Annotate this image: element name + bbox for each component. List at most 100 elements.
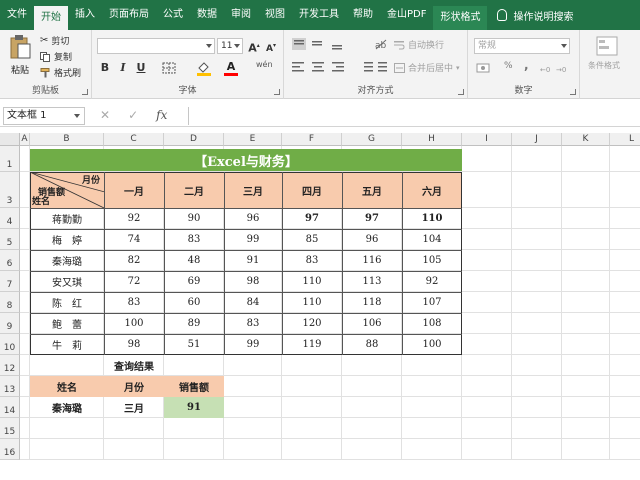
number-launcher-icon[interactable]	[570, 89, 576, 95]
borders-icon[interactable]	[162, 62, 176, 74]
query-value-cell[interactable]: 三月	[104, 397, 164, 418]
enter-icon[interactable]: ✓	[128, 108, 138, 122]
row-header-9[interactable]: 9	[0, 313, 20, 334]
query-header-cell[interactable]: 月份	[104, 376, 164, 397]
currency-icon[interactable]	[476, 62, 496, 74]
horizontal-align-icons[interactable]	[292, 62, 356, 74]
row-header-7[interactable]: 7	[0, 271, 20, 292]
font-size-combo[interactable]: 11	[217, 38, 243, 54]
month-header-cell[interactable]: 六月	[402, 172, 462, 208]
tab-data[interactable]: 数据	[190, 0, 224, 30]
font-color-button[interactable]: A	[224, 60, 238, 76]
row-header-5[interactable]: 5	[0, 229, 20, 250]
column-header-d[interactable]: D	[164, 133, 224, 146]
query-value-cell[interactable]: 秦海璐	[30, 397, 104, 418]
month-header-cell[interactable]: 三月	[224, 172, 282, 208]
month-header-cell[interactable]: 四月	[282, 172, 342, 208]
name-cell[interactable]: 鲍 蕾	[30, 313, 104, 334]
value-cell[interactable]: 110	[282, 271, 342, 292]
number-format-combo[interactable]: 常规	[474, 38, 570, 54]
name-cell[interactable]: 梅 婷	[30, 229, 104, 250]
tab-developer[interactable]: 开发工具	[292, 0, 346, 30]
percent-button[interactable]: %	[504, 61, 513, 71]
value-cell[interactable]: 51	[164, 334, 224, 355]
comma-style-button[interactable]: ,	[524, 58, 529, 72]
value-cell[interactable]: 110	[282, 292, 342, 313]
tab-kingsoft-pdf[interactable]: 金山PDF	[380, 0, 433, 30]
value-cell[interactable]: 92	[104, 208, 164, 229]
phonetic-guide-icon[interactable]: wén	[256, 60, 273, 69]
value-cell[interactable]: 83	[282, 250, 342, 271]
name-box[interactable]: 文本框 1	[3, 107, 85, 125]
value-cell[interactable]: 100	[104, 313, 164, 334]
query-value-cell[interactable]: 91	[164, 397, 224, 418]
value-cell[interactable]: 82	[104, 250, 164, 271]
name-cell[interactable]: 陈 红	[30, 292, 104, 313]
column-header-g[interactable]: G	[342, 133, 402, 146]
wrap-text-button[interactable]: 自动换行	[394, 38, 444, 51]
clipboard-launcher-icon[interactable]	[82, 89, 88, 95]
value-cell[interactable]: 89	[164, 313, 224, 334]
vertical-align-icons[interactable]	[292, 38, 356, 52]
formula-input[interactable]	[188, 107, 640, 125]
value-cell[interactable]: 120	[282, 313, 342, 334]
value-cell[interactable]: 106	[342, 313, 402, 334]
column-header-j[interactable]: J	[512, 133, 562, 146]
value-cell[interactable]: 119	[282, 334, 342, 355]
column-header-k[interactable]: K	[562, 133, 610, 146]
value-cell[interactable]: 69	[164, 271, 224, 292]
row-header-8[interactable]: 8	[0, 292, 20, 313]
tab-shape-format[interactable]: 形状格式	[433, 6, 488, 30]
column-header-c[interactable]: C	[104, 133, 164, 146]
value-cell[interactable]: 74	[104, 229, 164, 250]
value-cell[interactable]: 88	[342, 334, 402, 355]
column-header-f[interactable]: F	[282, 133, 342, 146]
name-cell[interactable]: 蒋勤勤	[30, 208, 104, 229]
italic-button[interactable]: I	[116, 60, 130, 76]
row-header-10[interactable]: 10	[0, 334, 20, 355]
value-cell[interactable]: 90	[164, 208, 224, 229]
value-cell[interactable]: 118	[342, 292, 402, 313]
value-cell[interactable]: 72	[104, 271, 164, 292]
value-cell[interactable]: 98	[224, 271, 282, 292]
tell-me-search[interactable]: 操作说明搜索	[497, 8, 573, 23]
value-cell[interactable]: 96	[342, 229, 402, 250]
value-cell[interactable]: 97	[342, 208, 402, 229]
value-cell[interactable]: 91	[224, 250, 282, 271]
month-header-cell[interactable]: 五月	[342, 172, 402, 208]
value-cell[interactable]: 107	[402, 292, 462, 313]
name-cell[interactable]: 牛 莉	[30, 334, 104, 355]
value-cell[interactable]: 105	[402, 250, 462, 271]
font-name-combo[interactable]	[97, 38, 215, 54]
conditional-format-icon[interactable]	[596, 36, 620, 58]
value-cell[interactable]: 83	[104, 292, 164, 313]
select-all-corner[interactable]	[0, 133, 20, 146]
value-cell[interactable]: 116	[342, 250, 402, 271]
column-header-h[interactable]: H	[402, 133, 462, 146]
value-cell[interactable]: 96	[224, 208, 282, 229]
column-header-b[interactable]: B	[30, 133, 104, 146]
grow-font-button[interactable]: A▴	[247, 38, 261, 55]
row-header-13[interactable]: 13	[0, 376, 20, 397]
insert-function-icon[interactable]: fx	[156, 108, 167, 122]
value-cell[interactable]: 100	[402, 334, 462, 355]
row-header-16[interactable]: 16	[0, 439, 20, 460]
cancel-icon[interactable]: ✕	[100, 108, 110, 122]
tab-insert[interactable]: 插入	[68, 0, 102, 30]
decimal-icons[interactable]: ←0 →0	[540, 62, 572, 74]
row-header-3[interactable]: 3	[0, 172, 20, 208]
tab-formulas[interactable]: 公式	[156, 0, 190, 30]
tab-review[interactable]: 审阅	[224, 0, 258, 30]
row-header-12[interactable]: 12	[0, 355, 20, 376]
value-cell[interactable]: 85	[282, 229, 342, 250]
value-cell[interactable]: 83	[224, 313, 282, 334]
alignment-launcher-icon[interactable]	[458, 89, 464, 95]
shrink-font-button[interactable]: A▾	[264, 38, 278, 54]
query-header-cell[interactable]: 姓名	[30, 376, 104, 397]
value-cell[interactable]: 99	[224, 229, 282, 250]
name-cell[interactable]: 安又琪	[30, 271, 104, 292]
indent-icons[interactable]	[360, 62, 390, 74]
cut-button[interactable]: ✂ 剪切	[40, 34, 69, 47]
tab-home[interactable]: 开始	[34, 6, 68, 30]
tab-help[interactable]: 帮助	[346, 0, 380, 30]
